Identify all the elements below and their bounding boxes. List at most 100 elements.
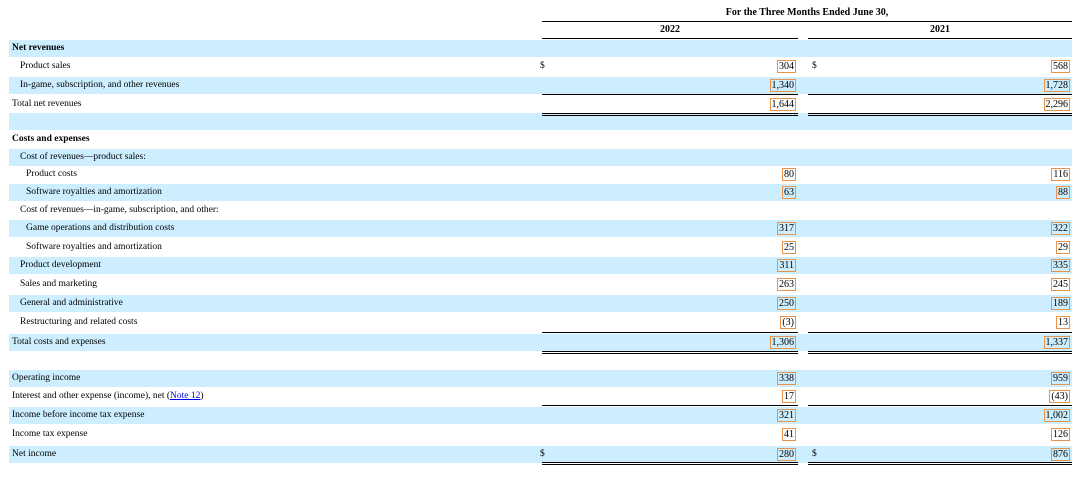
table-row: Operating income 338 959 [9,370,1072,387]
value-2021[interactable]: 126 [1051,428,1070,441]
note-12-link[interactable]: Note 12 [170,391,200,401]
subtotal-rule [542,94,798,95]
row-label: Net revenues [12,40,64,57]
value-2022[interactable]: 1,306 [769,336,796,349]
value-2021-cell: 13 [1056,316,1070,329]
double-underline-rule [808,351,1072,354]
value-2021[interactable]: 13 [1056,316,1070,329]
value-2021[interactable]: 335 [1051,259,1070,272]
value-2021[interactable]: 959 [1051,372,1070,385]
subtotal-rule [808,405,1072,406]
value-2021-cell: 335 [1051,259,1070,272]
value-2022-cell: 304 [777,60,796,73]
value-2022-cell: 317 [777,222,796,235]
value-2021-cell: 116 [1051,168,1070,181]
table-row: Product development 311 335 [9,257,1072,274]
row-label: General and administrative [20,295,123,312]
table-row: Restructuring and related costs (3) 13 [9,314,1072,331]
value-2022[interactable]: 63 [782,186,796,199]
value-2021-cell: 245 [1051,278,1070,291]
value-2021[interactable]: 1,002 [1043,409,1070,422]
value-2021[interactable]: 29 [1056,241,1070,254]
table-row: In-game, subscription, and other revenue… [9,77,1072,94]
period-header: For the Three Months Ended June 30, [542,7,1072,22]
double-underline-rule [542,113,798,116]
value-2021[interactable]: 88 [1056,186,1070,199]
row-label: Net income [12,446,56,463]
table-row: Income before income tax expense 321 1,002 [9,407,1072,424]
value-2022[interactable]: 338 [777,372,796,385]
value-2021[interactable]: 568 [1051,60,1070,73]
value-2021[interactable]: 1,728 [1043,79,1070,92]
value-2021-cell: 2,296 [1043,98,1070,111]
row-label: Game operations and distribution costs [26,220,174,237]
row-label: Restructuring and related costs [20,314,137,331]
value-2021[interactable]: 1,337 [1043,336,1070,349]
value-2022[interactable]: 311 [777,259,796,272]
value-2022[interactable]: 321 [777,409,796,422]
currency-symbol: $ [812,449,817,459]
row-label-text: Operating income [12,373,81,383]
row-label-text: Interest and other expense (income), net [12,391,165,401]
value-2022-cell: 41 [782,428,796,441]
value-2021[interactable]: 2,296 [1043,98,1070,111]
currency-symbol: $ [812,61,817,71]
value-2022[interactable]: 250 [777,297,796,310]
year-2022-header: 2022 [542,24,798,39]
table-row: Game operations and distribution costs 31… [9,220,1072,237]
value-2022-cell: 17 [782,390,796,403]
value-2022[interactable]: 25 [782,241,796,254]
row-label-text: Sales and marketing [20,279,98,289]
currency-symbol: $ [540,61,545,71]
value-2021-cell: 1,002 [1043,409,1070,422]
value-2021[interactable]: 116 [1051,168,1070,181]
value-2022[interactable]: 317 [777,222,796,235]
value-2021[interactable]: 245 [1051,278,1070,291]
value-2021-cell: 568 [1051,60,1070,73]
value-2022-cell: 250 [777,297,796,310]
row-label: Income tax expense [12,426,87,443]
row-label-text: Software royalties and amortization [26,187,162,197]
value-2022[interactable]: 1,340 [769,79,796,92]
value-2021[interactable]: (43) [1049,390,1070,403]
value-2021-cell: 959 [1051,372,1070,385]
value-2022[interactable]: 263 [777,278,796,291]
value-2022[interactable]: 1,644 [769,98,796,111]
table-row: Software royalties and amortization 63 88 [9,184,1072,201]
row-label: Software royalties and amortization [26,184,162,201]
income-statement: For the Three Months Ended June 30, 2022… [0,0,1080,478]
row-label-text: Product costs [26,169,77,179]
value-2022-cell: 321 [777,409,796,422]
table-row: Income tax expense 41 126 [9,426,1072,443]
value-2022[interactable]: 17 [782,390,796,403]
value-2021[interactable]: 876 [1051,448,1070,461]
value-2022[interactable]: 80 [782,168,796,181]
value-2022-cell: 63 [782,186,796,199]
value-2022[interactable]: 304 [777,60,796,73]
table-row: Interest and other expense (income), net… [9,388,1072,405]
table-row [9,352,1072,369]
row-label: Product development [20,257,101,274]
table-row: Sales and marketing 263 245 [9,276,1072,293]
value-2021[interactable]: 322 [1051,222,1070,235]
value-2021-cell: 1,728 [1043,79,1070,92]
value-2022[interactable]: 280 [777,448,796,461]
subtotal-rule [808,332,1072,333]
table-row: Product costs 80 116 [9,166,1072,183]
row-label: Cost of revenues—in-game, subscription, … [20,202,219,219]
row-label-text: Restructuring and related costs [20,317,138,327]
value-2021-cell: 189 [1051,297,1070,310]
table-row: General and administrative 250 189 [9,295,1072,312]
subtotal-rule [542,332,798,333]
value-2022-cell: 280 [777,448,796,461]
value-2022-cell: 80 [782,168,796,181]
table-row: Total net revenues 1,644 2,296 [9,96,1072,113]
value-2021-cell: 322 [1051,222,1070,235]
row-label-text: Net income [12,449,57,459]
subtotal-rule [542,405,798,406]
value-2021[interactable]: 189 [1051,297,1070,310]
value-2022[interactable]: (3) [780,316,796,329]
value-2022[interactable]: 41 [782,428,796,441]
row-label: Product costs [26,166,77,183]
year-2021-header: 2021 [808,24,1072,39]
